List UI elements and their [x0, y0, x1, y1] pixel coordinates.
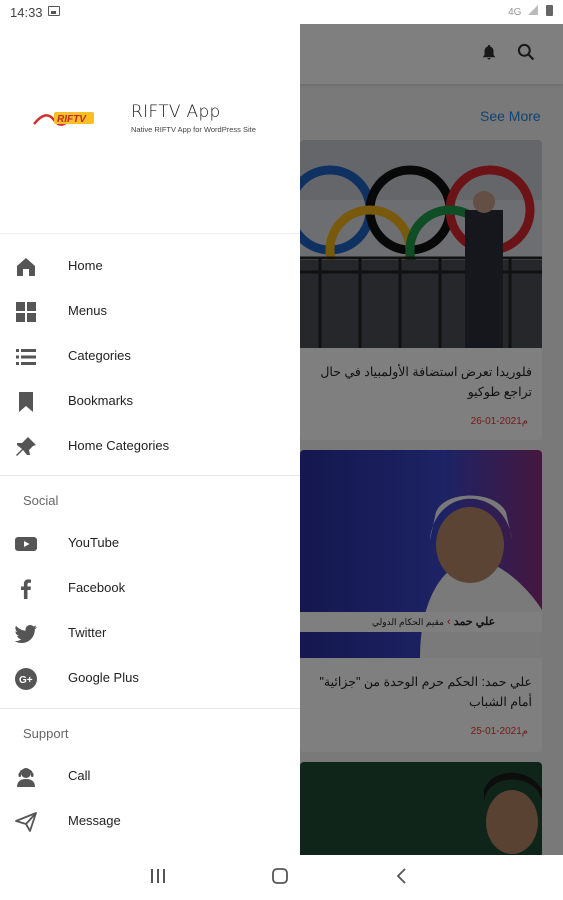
battery-icon [546, 5, 553, 16]
menu-item-google-plus[interactable]: G+ Google Plus [0, 656, 300, 701]
facebook-icon [21, 579, 31, 599]
divider [0, 708, 300, 709]
google-plus-icon: G+ [15, 668, 37, 690]
section-title-support: Support [23, 726, 69, 741]
menu-item-categories[interactable]: Categories [0, 334, 300, 379]
menu-item-call[interactable]: Call [0, 754, 300, 799]
status-icons: 4G [504, 5, 553, 18]
system-nav-bar [0, 855, 563, 900]
menu-item-label: Categories [68, 348, 131, 363]
support-agent-icon [17, 768, 35, 787]
menu-item-bookmarks[interactable]: Bookmarks [0, 379, 300, 424]
menu-item-facebook[interactable]: Facebook [0, 566, 300, 611]
navigation-drawer: RIFTV RIFTV App Native RIFTV App for Wor… [0, 24, 300, 855]
menu-item-label: Home [68, 258, 103, 273]
menu-item-home[interactable]: Home [0, 244, 300, 289]
drawer-header: RIFTV RIFTV App Native RIFTV App for Wor… [0, 24, 300, 234]
menu-item-label: Twitter [68, 625, 107, 640]
menu-item-label: Home Categories [68, 438, 170, 453]
back-icon[interactable] [395, 867, 409, 885]
divider [0, 475, 300, 476]
app-logo: RIFTV [33, 112, 94, 126]
send-icon [15, 812, 37, 832]
menu-item-label: Google Plus [68, 670, 139, 685]
signal-icon [528, 5, 539, 18]
app-tagline: Native RIFTV App for WordPress Site [131, 125, 256, 134]
menu-item-message[interactable]: Message [0, 799, 300, 844]
pin-icon [16, 437, 36, 456]
youtube-icon [15, 537, 37, 551]
menu-item-label: Facebook [68, 580, 126, 595]
menu-item-label: Bookmarks [68, 393, 134, 408]
image-notification-icon [48, 6, 60, 16]
menu-item-label: Call [68, 768, 91, 783]
status-time: 14:33 [10, 5, 43, 20]
section-title-social: Social [23, 493, 59, 508]
menu-item-youtube[interactable]: YouTube [0, 521, 300, 566]
menu-item-label: YouTube [68, 535, 120, 550]
menu-item-menus[interactable]: Menus [0, 289, 300, 334]
list-icon [16, 349, 36, 365]
menu-item-home-categories[interactable]: Home Categories [0, 424, 300, 469]
menu-item-twitter[interactable]: Twitter [0, 611, 300, 656]
home-nav-icon[interactable] [271, 867, 289, 885]
grid-icon [16, 302, 36, 322]
menu-item-label: Message [68, 813, 121, 828]
network-type: 4G [508, 7, 522, 18]
app-name: RIFTV App [131, 102, 221, 122]
menu-item-label: Menus [68, 303, 108, 318]
bookmark-icon [19, 392, 33, 412]
twitter-icon [14, 625, 37, 643]
svg-text:G+: G+ [19, 675, 33, 686]
recent-apps-icon[interactable] [150, 867, 166, 885]
home-icon [17, 258, 35, 276]
status-bar: 14:33 4G [0, 0, 563, 24]
svg-text:RIFTV: RIFTV [57, 114, 87, 125]
